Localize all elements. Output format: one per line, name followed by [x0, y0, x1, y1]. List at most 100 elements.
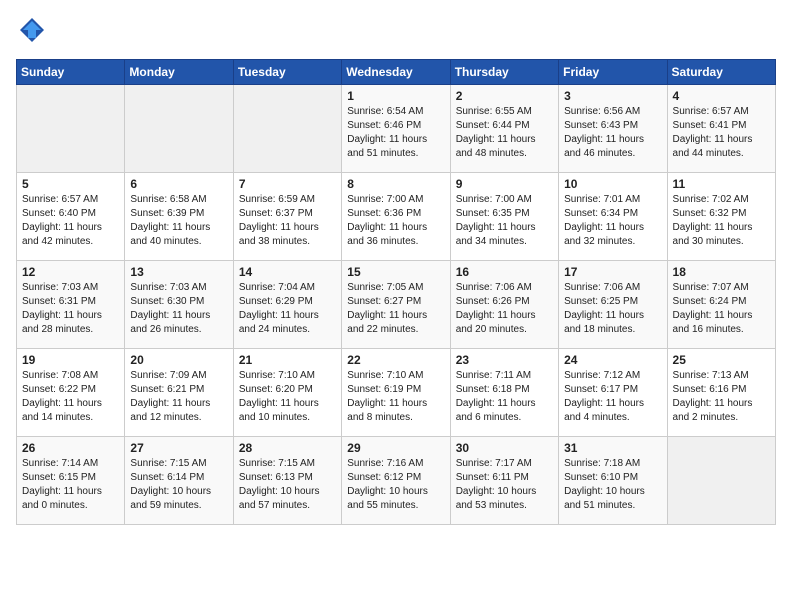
day-number: 3 [564, 89, 661, 103]
day-number: 12 [22, 265, 119, 279]
day-info: Sunrise: 7:15 AM Sunset: 6:13 PM Dayligh… [239, 457, 336, 513]
calendar-cell: 1 Sunrise: 6:54 AM Sunset: 6:46 PM Daylig… [342, 85, 450, 173]
day-number: 23 [456, 353, 553, 367]
calendar-cell: 8 Sunrise: 7:00 AM Sunset: 6:36 PM Daylig… [342, 173, 450, 261]
calendar-cell [125, 85, 233, 173]
logo-icon [18, 16, 46, 44]
logo [16, 16, 46, 49]
day-number: 31 [564, 441, 661, 455]
calendar-week-row: 26Sunrise: 7:14 AM Sunset: 6:15 PM Dayli… [17, 437, 776, 525]
day-number: 7 [239, 177, 336, 191]
calendar-cell: 10Sunrise: 7:01 AM Sunset: 6:34 PM Dayli… [559, 173, 667, 261]
weekday-header-cell: Thursday [450, 60, 558, 85]
calendar-cell: 25 Sunrise: 7:13 AM Sunset: 6:16 PM Dayli… [667, 349, 775, 437]
calendar-cell: 16 Sunrise: 7:06 AM Sunset: 6:26 PM Dayli… [450, 261, 558, 349]
day-info: Sunrise: 6:54 AM Sunset: 6:46 PM Dayligh… [347, 105, 444, 161]
calendar-cell: 15 Sunrise: 7:05 AM Sunset: 6:27 PM Dayli… [342, 261, 450, 349]
day-info: Sunrise: 7:01 AM Sunset: 6:34 PM Dayligh… [564, 193, 661, 249]
page-header [16, 16, 776, 49]
calendar-week-row: 12 Sunrise: 7:03 AM Sunset: 6:31 PM Dayli… [17, 261, 776, 349]
day-info: Sunrise: 7:04 AM Sunset: 6:29 PM Dayligh… [239, 281, 336, 337]
calendar-cell: 11Sunrise: 7:02 AM Sunset: 6:32 PM Dayli… [667, 173, 775, 261]
day-number: 28 [239, 441, 336, 455]
day-info: Sunrise: 6:55 AM Sunset: 6:44 PM Dayligh… [456, 105, 553, 161]
calendar-cell [667, 437, 775, 525]
calendar-cell [233, 85, 341, 173]
day-number: 17 [564, 265, 661, 279]
day-info: Sunrise: 7:03 AM Sunset: 6:31 PM Dayligh… [22, 281, 119, 337]
day-info: Sunrise: 7:00 AM Sunset: 6:36 PM Dayligh… [347, 193, 444, 249]
calendar-cell: 14 Sunrise: 7:04 AM Sunset: 6:29 PM Dayli… [233, 261, 341, 349]
day-info: Sunrise: 7:17 AM Sunset: 6:11 PM Dayligh… [456, 457, 553, 513]
day-number: 9 [456, 177, 553, 191]
day-number: 18 [673, 265, 770, 279]
day-number: 4 [673, 89, 770, 103]
calendar-cell: 27 Sunrise: 7:15 AM Sunset: 6:14 PM Dayli… [125, 437, 233, 525]
weekday-header-cell: Friday [559, 60, 667, 85]
day-info: Sunrise: 7:00 AM Sunset: 6:35 PM Dayligh… [456, 193, 553, 249]
weekday-header-cell: Saturday [667, 60, 775, 85]
day-info: Sunrise: 6:56 AM Sunset: 6:43 PM Dayligh… [564, 105, 661, 161]
day-info: Sunrise: 7:07 AM Sunset: 6:24 PM Dayligh… [673, 281, 770, 337]
day-info: Sunrise: 6:58 AM Sunset: 6:39 PM Dayligh… [130, 193, 227, 249]
calendar-cell: 18 Sunrise: 7:07 AM Sunset: 6:24 PM Dayli… [667, 261, 775, 349]
day-info: Sunrise: 7:06 AM Sunset: 6:25 PM Dayligh… [564, 281, 661, 337]
day-number: 29 [347, 441, 444, 455]
day-number: 20 [130, 353, 227, 367]
day-number: 11 [673, 177, 770, 191]
calendar-cell: 3 Sunrise: 6:56 AM Sunset: 6:43 PM Daylig… [559, 85, 667, 173]
day-number: 15 [347, 265, 444, 279]
weekday-header-cell: Monday [125, 60, 233, 85]
day-number: 6 [130, 177, 227, 191]
calendar-cell: 21 Sunrise: 7:10 AM Sunset: 6:20 PM Dayli… [233, 349, 341, 437]
calendar-table: SundayMondayTuesdayWednesdayThursdayFrid… [16, 59, 776, 525]
day-info: Sunrise: 7:10 AM Sunset: 6:20 PM Dayligh… [239, 369, 336, 425]
day-number: 30 [456, 441, 553, 455]
calendar-cell: 19Sunrise: 7:08 AM Sunset: 6:22 PM Dayli… [17, 349, 125, 437]
day-info: Sunrise: 7:15 AM Sunset: 6:14 PM Dayligh… [130, 457, 227, 513]
calendar-cell: 29 Sunrise: 7:16 AM Sunset: 6:12 PM Dayli… [342, 437, 450, 525]
day-number: 27 [130, 441, 227, 455]
day-number: 21 [239, 353, 336, 367]
calendar-cell: 13 Sunrise: 7:03 AM Sunset: 6:30 PM Dayli… [125, 261, 233, 349]
calendar-week-row: 19Sunrise: 7:08 AM Sunset: 6:22 PM Dayli… [17, 349, 776, 437]
day-info: Sunrise: 7:10 AM Sunset: 6:19 PM Dayligh… [347, 369, 444, 425]
calendar-cell: 9 Sunrise: 7:00 AM Sunset: 6:35 PM Daylig… [450, 173, 558, 261]
calendar-cell: 24Sunrise: 7:12 AM Sunset: 6:17 PM Dayli… [559, 349, 667, 437]
weekday-header-cell: Sunday [17, 60, 125, 85]
day-number: 2 [456, 89, 553, 103]
day-info: Sunrise: 6:57 AM Sunset: 6:40 PM Dayligh… [22, 193, 119, 249]
day-info: Sunrise: 7:05 AM Sunset: 6:27 PM Dayligh… [347, 281, 444, 337]
calendar-cell: 23Sunrise: 7:11 AM Sunset: 6:18 PM Dayli… [450, 349, 558, 437]
calendar-cell: 6 Sunrise: 6:58 AM Sunset: 6:39 PM Daylig… [125, 173, 233, 261]
calendar-cell: 7 Sunrise: 6:59 AM Sunset: 6:37 PM Daylig… [233, 173, 341, 261]
day-info: Sunrise: 7:13 AM Sunset: 6:16 PM Dayligh… [673, 369, 770, 425]
day-number: 25 [673, 353, 770, 367]
calendar-cell: 30 Sunrise: 7:17 AM Sunset: 6:11 PM Dayli… [450, 437, 558, 525]
calendar-cell: 17 Sunrise: 7:06 AM Sunset: 6:25 PM Dayli… [559, 261, 667, 349]
calendar-cell: 2 Sunrise: 6:55 AM Sunset: 6:44 PM Daylig… [450, 85, 558, 173]
calendar-body: 1 Sunrise: 6:54 AM Sunset: 6:46 PM Daylig… [17, 85, 776, 525]
weekday-header-row: SundayMondayTuesdayWednesdayThursdayFrid… [17, 60, 776, 85]
calendar-cell [17, 85, 125, 173]
day-info: Sunrise: 7:06 AM Sunset: 6:26 PM Dayligh… [456, 281, 553, 337]
day-number: 14 [239, 265, 336, 279]
day-info: Sunrise: 7:14 AM Sunset: 6:15 PM Dayligh… [22, 457, 119, 513]
weekday-header-cell: Tuesday [233, 60, 341, 85]
calendar-cell: 31Sunrise: 7:18 AM Sunset: 6:10 PM Dayli… [559, 437, 667, 525]
day-number: 1 [347, 89, 444, 103]
calendar-week-row: 1 Sunrise: 6:54 AM Sunset: 6:46 PM Daylig… [17, 85, 776, 173]
day-info: Sunrise: 6:57 AM Sunset: 6:41 PM Dayligh… [673, 105, 770, 161]
calendar-cell: 22 Sunrise: 7:10 AM Sunset: 6:19 PM Dayli… [342, 349, 450, 437]
calendar-cell: 20Sunrise: 7:09 AM Sunset: 6:21 PM Dayli… [125, 349, 233, 437]
calendar-cell: 5Sunrise: 6:57 AM Sunset: 6:40 PM Daylig… [17, 173, 125, 261]
day-number: 13 [130, 265, 227, 279]
calendar-cell: 4 Sunrise: 6:57 AM Sunset: 6:41 PM Daylig… [667, 85, 775, 173]
day-number: 16 [456, 265, 553, 279]
day-number: 19 [22, 353, 119, 367]
day-info: Sunrise: 7:03 AM Sunset: 6:30 PM Dayligh… [130, 281, 227, 337]
day-info: Sunrise: 6:59 AM Sunset: 6:37 PM Dayligh… [239, 193, 336, 249]
day-number: 22 [347, 353, 444, 367]
day-number: 8 [347, 177, 444, 191]
day-info: Sunrise: 7:16 AM Sunset: 6:12 PM Dayligh… [347, 457, 444, 513]
